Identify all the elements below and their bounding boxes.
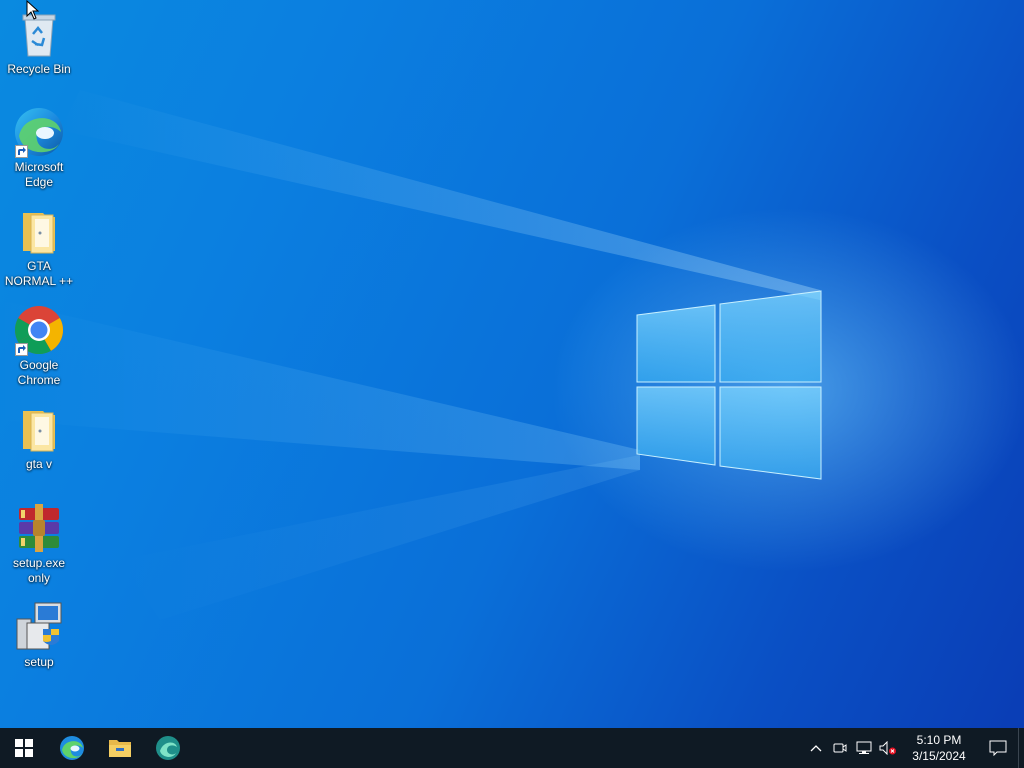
show-desktop-button[interactable] <box>1018 728 1024 768</box>
clock-time: 5:10 PM <box>916 733 962 747</box>
installer-icon <box>13 601 65 653</box>
desktop-icon-gta-v[interactable]: gta v <box>0 401 78 472</box>
action-center-button[interactable] <box>978 728 1018 768</box>
taskbar-file-explorer-button[interactable] <box>96 728 144 768</box>
desktop-icon-setup[interactable]: setup <box>0 599 78 670</box>
icon-label: Microsoft Edge <box>14 160 64 189</box>
system-tray: 5:10 PM 3/15/2024 <box>804 728 1024 768</box>
mouse-pointer-icon <box>26 0 40 20</box>
desktop[interactable]: Recycle Bin Microsoft Edge GTA NORMAL ++… <box>0 0 1024 728</box>
network-icon <box>856 741 872 754</box>
meet-now-button[interactable] <box>828 728 852 768</box>
start-icon <box>15 739 33 757</box>
icon-label: Google Chrome <box>17 358 61 387</box>
volume-button[interactable] <box>876 728 900 768</box>
desktop-icon-setup-exe-only[interactable]: setup.exe only <box>0 500 78 586</box>
show-hidden-icons-button[interactable] <box>804 728 828 768</box>
icon-label: Recycle Bin <box>7 62 71 76</box>
clock-date: 3/15/2024 <box>912 749 966 763</box>
edge-icon <box>60 736 84 760</box>
taskbar-app-button[interactable] <box>144 728 192 768</box>
wallpaper-beams <box>0 90 820 620</box>
folder-icon <box>13 403 65 455</box>
windows-logo-wallpaper <box>630 285 830 485</box>
network-button[interactable] <box>852 728 876 768</box>
edge-icon <box>13 106 65 158</box>
desktop-icon-gta-normal[interactable]: GTA NORMAL ++ <box>0 203 78 289</box>
folder-icon <box>13 205 65 257</box>
chevron-up-icon <box>810 745 822 752</box>
taskbar: 5:10 PM 3/15/2024 <box>0 728 1024 768</box>
desktop-icon-microsoft-edge[interactable]: Microsoft Edge <box>0 104 78 190</box>
taskbar-edge-button[interactable] <box>48 728 96 768</box>
app-icon <box>156 736 180 760</box>
icon-label: setup.exe only <box>12 556 66 585</box>
start-button[interactable] <box>0 728 48 768</box>
desktop-icon-google-chrome[interactable]: Google Chrome <box>0 302 78 388</box>
shortcut-arrow-icon <box>15 343 28 356</box>
meet-now-icon <box>833 743 847 753</box>
shortcut-arrow-icon <box>15 145 28 158</box>
chrome-icon <box>13 304 65 356</box>
volume-muted-icon <box>879 741 896 755</box>
taskbar-clock[interactable]: 5:10 PM 3/15/2024 <box>900 732 978 764</box>
icon-label: gta v <box>25 457 52 471</box>
winrar-archive-icon <box>13 502 65 554</box>
icon-label: GTA NORMAL ++ <box>4 259 74 288</box>
file-explorer-icon <box>109 740 131 757</box>
notification-icon <box>989 740 1007 756</box>
icon-label: setup <box>24 655 54 669</box>
